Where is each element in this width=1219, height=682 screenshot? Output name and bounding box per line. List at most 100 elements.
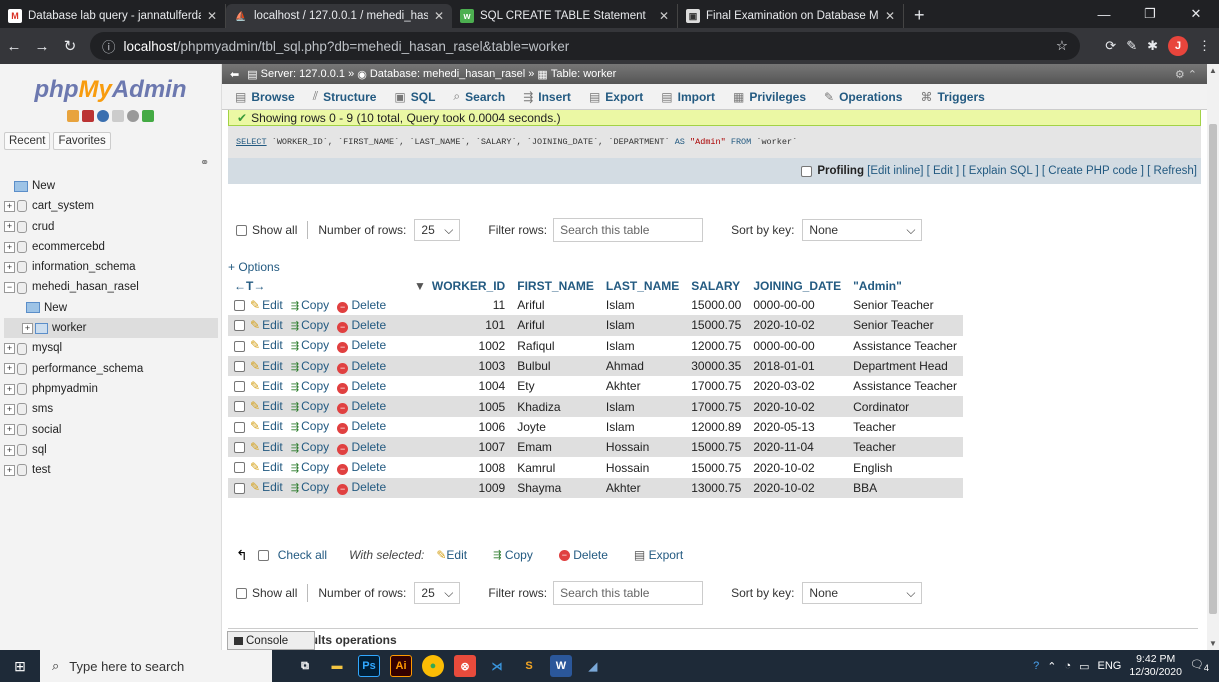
table-cell[interactable]: Ariful <box>511 315 600 336</box>
table-cell[interactable]: Islam <box>599 335 686 356</box>
windows-start-icon[interactable]: ⊞ <box>0 650 40 682</box>
expand-icon[interactable]: + <box>4 444 15 456</box>
reload-nav-icon[interactable] <box>142 110 154 122</box>
row-checkbox[interactable] <box>234 401 245 413</box>
column-header-last-name[interactable]: LAST_NAME <box>599 277 686 295</box>
column-resize-arrows[interactable]: ←T→ <box>228 277 408 295</box>
tree-item-ecommercebd[interactable]: + ecommercebd <box>4 237 218 257</box>
tree-item-worker[interactable]: + worker <box>4 318 218 339</box>
rows-select[interactable]: 25 ⌵ <box>414 582 461 604</box>
restore-icon[interactable]: ❐ <box>1127 0 1173 28</box>
favorites-tab[interactable]: Favorites <box>53 132 111 150</box>
avatar[interactable]: J <box>1168 36 1188 56</box>
back-icon[interactable]: ← <box>0 38 28 55</box>
browser-tab-phpmyadmin[interactable]: ⛵ localhost / 127.0.0.1 / mehedi_hasan ✕ <box>226 4 452 28</box>
expand-icon[interactable]: + <box>4 261 15 273</box>
table-cell[interactable]: Assistance Teacher <box>847 335 963 356</box>
tab-privileges[interactable]: ▦ Privileges <box>724 84 815 110</box>
app-icon[interactable]: ◢ <box>582 655 604 677</box>
delete-row-button[interactable]: − Delete <box>337 480 386 496</box>
tree-item-phpmyadmin[interactable]: + phpmyadmin <box>4 379 218 399</box>
table-cell[interactable]: 17000.75 <box>685 376 748 397</box>
column-header-salary[interactable]: SALARY <box>685 277 748 295</box>
info-icon[interactable]: ⓘ <box>102 36 116 56</box>
edit-row-button[interactable]: ✎ Edit <box>250 440 283 454</box>
delete-row-button[interactable]: − Delete <box>337 318 386 333</box>
show-all-checkbox[interactable] <box>236 587 247 599</box>
vertical-scrollbar[interactable]: ▲ ▼ <box>1207 64 1219 650</box>
illustrator-icon[interactable]: Ai <box>390 655 412 677</box>
extension-icon[interactable]: ✎ <box>1126 38 1137 54</box>
row-checkbox[interactable] <box>234 360 245 372</box>
table-cell[interactable]: 0000-00-00 <box>747 335 848 356</box>
copy-row-button[interactable]: ⇶ Copy <box>291 419 329 433</box>
expand-icon[interactable]: + <box>4 241 15 253</box>
settings-icon[interactable] <box>127 110 139 122</box>
row-checkbox[interactable] <box>234 482 245 494</box>
menu-icon[interactable]: ⋮ <box>1198 38 1211 54</box>
chrome-icon[interactable]: ● <box>422 655 444 677</box>
table-cell[interactable]: 13000.75 <box>685 477 748 498</box>
reload-icon[interactable]: ↻ <box>56 37 84 55</box>
tree-item-mysql[interactable]: + mysql <box>4 338 218 358</box>
edit-row-button[interactable]: ✎ Edit <box>250 318 283 332</box>
check-all-checkbox[interactable] <box>257 549 269 561</box>
query-links[interactable]: [Edit inline] [ Edit ] [ Explain SQL ] [… <box>867 165 1197 177</box>
scroll-down-icon[interactable]: ▼ <box>1209 639 1217 648</box>
expand-icon[interactable]: + <box>4 343 15 355</box>
copy-row-button[interactable]: ⇶ Copy <box>291 338 329 352</box>
collapse-icon[interactable]: ⬅ <box>230 68 239 81</box>
tree-item-performance-schema[interactable]: + performance_schema <box>4 359 218 379</box>
forward-icon[interactable]: → <box>28 38 56 55</box>
help-icon[interactable]: ? <box>1033 660 1039 672</box>
table-cell[interactable]: Akhter <box>599 376 686 397</box>
file-explorer-icon[interactable]: ▬ <box>326 655 348 677</box>
delete-row-button[interactable]: − Delete <box>337 359 386 374</box>
photoshop-icon[interactable]: Ps <box>358 655 380 677</box>
recent-tab[interactable]: Recent <box>4 132 51 150</box>
copy-row-button[interactable]: ⇶ Copy <box>291 318 329 332</box>
table-cell[interactable]: Senior Teacher <box>847 315 963 336</box>
app-icon[interactable]: ⊗ <box>454 655 476 677</box>
phpmyadmin-logo[interactable]: phpMyAdmin <box>0 76 221 108</box>
notification-icon[interactable]: 🗨4 <box>1190 658 1209 673</box>
expand-icon[interactable]: + <box>22 322 33 334</box>
browser-tab-w3schools[interactable]: w SQL CREATE TABLE Statement ✕ <box>452 4 678 28</box>
table-cell[interactable]: Islam <box>599 396 686 417</box>
tab-import[interactable]: ▤ Import <box>652 84 724 110</box>
table-cell[interactable]: Islam <box>599 295 686 316</box>
tree-item-sql[interactable]: + sql <box>4 440 218 460</box>
delete-row-button[interactable]: − Delete <box>337 440 386 455</box>
table-cell[interactable]: Assistance Teacher <box>847 376 963 397</box>
table-cell[interactable]: 0000-00-00 <box>747 295 848 316</box>
table-cell[interactable]: 2020-10-02 <box>747 477 848 498</box>
copy-row-button[interactable]: ⇶ Copy <box>291 460 329 474</box>
check-all-label[interactable]: Check all <box>278 548 327 562</box>
tab-browse[interactable]: ▤ Browse <box>226 84 304 110</box>
edit-row-button[interactable]: ✎ Edit <box>250 480 283 494</box>
table-cell[interactable]: BBA <box>847 477 963 498</box>
edit-row-button[interactable]: ✎ Edit <box>250 419 283 433</box>
sort-select[interactable]: None ⌵ <box>802 219 923 241</box>
tree-item-New[interactable]: New <box>4 176 218 196</box>
table-cell[interactable]: Kamrul <box>511 457 600 478</box>
table-cell[interactable]: Department Head <box>847 355 963 377</box>
show-all-checkbox[interactable] <box>236 224 247 236</box>
table-cell[interactable]: 1003 <box>408 355 512 377</box>
docs-icon[interactable] <box>112 110 124 122</box>
row-checkbox[interactable] <box>234 299 245 311</box>
copy-row-button[interactable]: ⇶ Copy <box>291 440 329 454</box>
copy-row-button[interactable]: ⇶ Copy <box>291 298 329 312</box>
table-cell[interactable]: Senior Teacher <box>847 295 963 316</box>
browser-tab-gmail[interactable]: M Database lab query - jannatulferdaus ✕ <box>0 4 226 28</box>
close-tab-icon[interactable]: ✕ <box>207 9 217 23</box>
table-cell[interactable]: Teacher <box>847 437 963 458</box>
tree-item-information-schema[interactable]: + information_schema <box>4 257 218 277</box>
table-cell[interactable]: Khadiza <box>511 396 600 417</box>
tab-export[interactable]: ▤ Export <box>580 84 652 110</box>
expand-icon[interactable]: + <box>4 200 15 212</box>
column-header-worker-id[interactable]: ▼ WORKER_ID <box>408 277 512 295</box>
breadcrumb-database[interactable]: Database: mehedi_hasan_rasel <box>370 68 525 80</box>
collapse-icon[interactable]: − <box>4 282 15 294</box>
column-header-joining-date[interactable]: JOINING_DATE <box>747 277 848 295</box>
